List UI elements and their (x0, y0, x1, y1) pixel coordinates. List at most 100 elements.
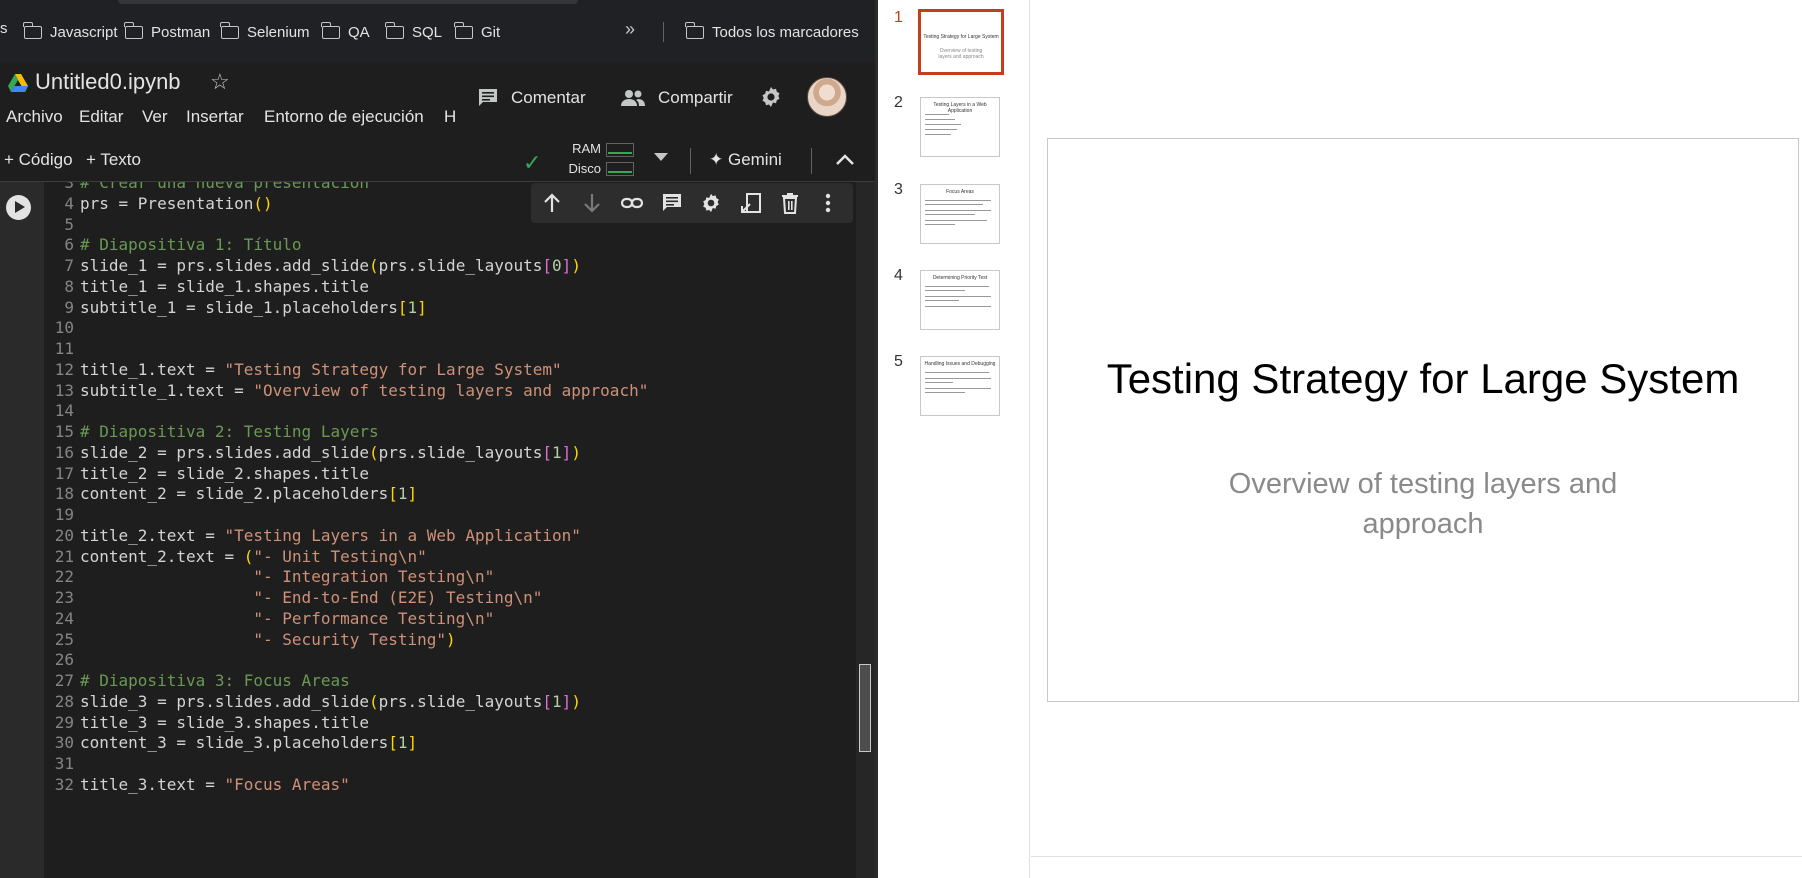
slide-thumbnail-5[interactable]: Handling Issues and Debugging (920, 356, 1000, 416)
code-token: 1 (407, 297, 418, 317)
cell-settings-gear-icon[interactable] (700, 192, 722, 214)
code-token: ) (571, 442, 581, 462)
menu-archivo[interactable]: Archivo (6, 107, 63, 127)
folder-icon (220, 21, 239, 39)
mirror-cell-icon[interactable] (740, 192, 762, 214)
code-token: [ (542, 691, 553, 711)
code-text: # Crear una nueva presentación (80, 182, 369, 192)
slide-thumbnail-2[interactable]: Testing Layers in a Web Application (920, 97, 1000, 157)
folder-icon (124, 21, 143, 39)
code-token: prs.slide_layouts (378, 256, 543, 275)
code-token: title_3 = slide_3.shapes.title (80, 712, 369, 732)
code-token: 1 (552, 691, 562, 711)
add-code-cell-button[interactable]: + Código (4, 150, 73, 170)
code-token: title_3.text = (80, 774, 225, 794)
code-token: content_3 = slide_3.placeholders (80, 733, 389, 753)
bookmark-javascript[interactable]: Javascript (23, 20, 118, 44)
run-cell-button[interactable] (6, 195, 31, 220)
code-text: "- Integration Testing\n" (80, 567, 494, 586)
delete-cell-icon[interactable] (780, 192, 800, 214)
comment-icon (479, 89, 497, 106)
slide-number-1: 1 (894, 9, 903, 26)
comment-cell-icon[interactable] (661, 192, 683, 214)
code-token: 0 (552, 256, 562, 275)
more-bookmarks-button[interactable]: » (625, 19, 635, 40)
bookmark-sql[interactable]: SQL (385, 20, 442, 44)
code-text: title_1.text = "Testing Strategy for Lar… (80, 360, 562, 379)
menu-editar[interactable]: Editar (79, 107, 123, 127)
bookmark-qa[interactable]: QA (321, 20, 370, 44)
thumb-bullet-line (925, 392, 965, 393)
code-token: "Testing Strategy for Large System" (224, 359, 562, 379)
code-text: title_1 = slide_1.shapes.title (80, 277, 369, 296)
more-options-icon[interactable] (824, 192, 832, 214)
code-token: ] (407, 484, 418, 504)
code-token: "- Performance Testing\n" (253, 608, 495, 628)
disk-usage-bar (606, 162, 634, 176)
bookmark-git[interactable]: Git (454, 20, 500, 44)
cell-gutter (0, 182, 44, 878)
runtime-dropdown-icon[interactable] (654, 153, 668, 161)
ram-usage-bar (606, 143, 634, 157)
folder-icon (23, 21, 42, 39)
move-cell-up-icon[interactable] (542, 192, 562, 214)
star-icon[interactable]: ☆ (210, 69, 230, 95)
thumb-title: Handling Issues and Debugging (924, 361, 996, 367)
code-text: "- Security Testing") (80, 630, 455, 649)
code-token: content_2.text = (80, 546, 244, 566)
all-bookmarks-folder[interactable]: Todos los marcadores (685, 20, 859, 44)
code-token: ( (368, 691, 379, 711)
editor-scrollbar[interactable] (856, 182, 875, 878)
code-token: 1 (552, 442, 562, 462)
thumb-bullet-line (925, 124, 961, 125)
move-cell-down-icon[interactable] (582, 192, 602, 214)
settings-gear-icon[interactable] (759, 85, 783, 109)
folder-icon (454, 21, 473, 39)
code-token: [ (397, 297, 408, 317)
code-token: # Diapositiva 1: Título (80, 235, 302, 255)
code-token: "- End-to-End (E2E) Testing\n" (253, 588, 543, 607)
scrollbar-thumb[interactable] (859, 664, 871, 752)
bookmark-selenium[interactable]: Selenium (220, 20, 310, 44)
code-text: content_3 = slide_3.placeholders[1] (80, 733, 417, 752)
bookmarks-bar: s Javascript Postman Selenium QA SQL Git… (0, 0, 875, 62)
gemini-button[interactable]: ✦ Gemini (709, 150, 782, 170)
notebook-title[interactable]: Untitled0.ipynb (35, 69, 181, 95)
bookmarks-divider (663, 22, 664, 42)
user-avatar[interactable] (807, 77, 847, 117)
menu-ayuda[interactable]: H (444, 107, 456, 127)
share-button[interactable]: Compartir (620, 86, 733, 110)
link-icon[interactable] (620, 192, 644, 214)
toolbar-divider (690, 148, 691, 174)
code-token: ) (571, 256, 581, 275)
current-slide[interactable]: Testing Strategy for Large System Overvi… (1047, 138, 1799, 702)
code-token: content_2 = slide_2.placeholders (80, 484, 389, 504)
code-token: ] (561, 442, 572, 462)
thumb-bullet-line (925, 204, 983, 205)
code-editor[interactable]: 3 # Crear una nueva presentación 4 prs = Pr… (44, 182, 856, 878)
code-text: subtitle_1.text = "Overview of testing l… (80, 381, 648, 400)
thumb-title: Testing Strategy for Large System (923, 34, 999, 40)
slide-thumbnail-1[interactable]: Testing Strategy for Large System Overvi… (918, 9, 1004, 75)
code-text: "- Performance Testing\n" (80, 609, 494, 628)
add-text-cell-button[interactable]: + Texto (86, 150, 141, 170)
menu-ver[interactable]: Ver (142, 107, 168, 127)
code-line: 32 title_3.text = "Focus Areas" (44, 773, 350, 797)
slide-thumbnails-panel: 1 Testing Strategy for Large System Over… (878, 0, 1030, 878)
menu-entorno-de-ejecucion[interactable]: Entorno de ejecución (264, 107, 424, 127)
code-token: [ (388, 484, 398, 504)
menu-insertar[interactable]: Insertar (186, 107, 244, 127)
thumb-title: Determining Priority Test (932, 275, 988, 281)
slide-thumbnail-4[interactable]: Determining Priority Test (920, 270, 1000, 330)
collapse-chevron-up-icon[interactable] (834, 152, 856, 168)
bookmark-postman[interactable]: Postman (124, 20, 210, 44)
code-text: "- End-to-End (E2E) Testing\n" (80, 588, 542, 607)
thumb-title: Focus Areas (946, 189, 974, 195)
slide-thumbnail-3[interactable]: Focus Areas (920, 184, 1000, 244)
slide-number-5: 5 (894, 353, 903, 370)
comment-button[interactable]: Comentar (477, 86, 586, 110)
code-text: title_3.text = "Focus Areas" (80, 775, 350, 794)
google-drive-icon (8, 74, 28, 92)
code-token: [ (542, 256, 553, 275)
